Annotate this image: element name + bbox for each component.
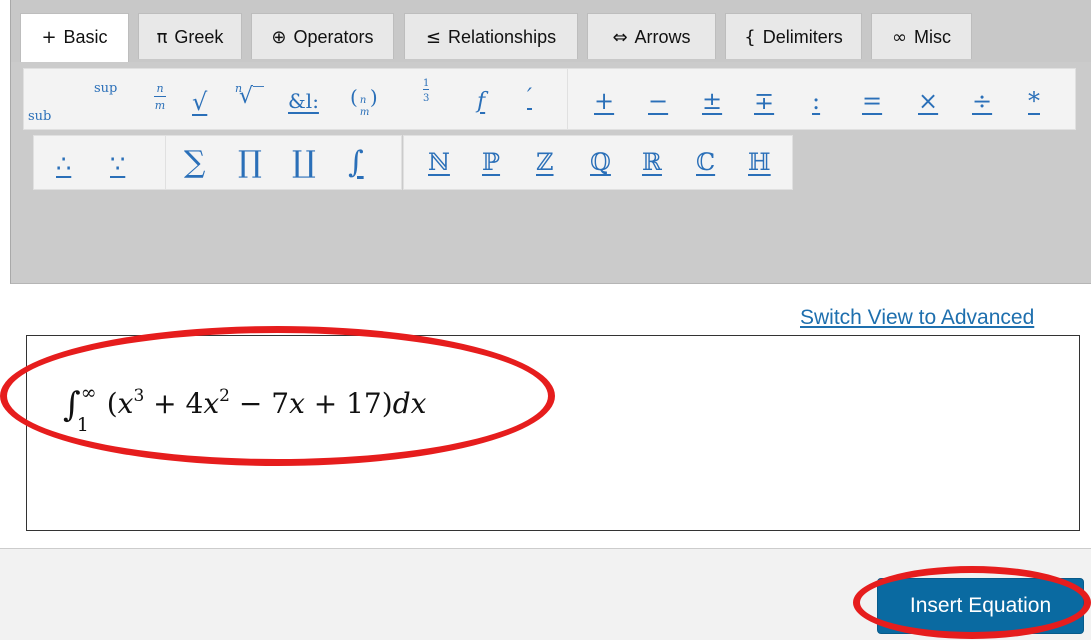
tab-misc[interactable]: ∞ Misc [871, 13, 972, 59]
fraction-button[interactable]: n [154, 83, 166, 97]
exponent: 3 [133, 386, 145, 406]
tab-operators[interactable]: ⊕ Operators [251, 13, 394, 59]
differential: d [392, 387, 411, 420]
tab-delimiters[interactable]: { Delimiters [725, 13, 862, 59]
symbol-panel: sup sub n m √ n √‾ &l: (n m) 1 3 f ′ + − … [10, 62, 1091, 284]
quaternions-button[interactable]: ℍ [748, 150, 771, 174]
sum-button[interactable]: ∑ [184, 148, 205, 178]
upper-limit: ∞ [80, 382, 97, 404]
integral-button[interactable]: ∫ [348, 148, 364, 178]
tab-label: Arrows [634, 27, 691, 47]
primes-button[interactable]: ℙ [482, 150, 500, 174]
tab-relationships[interactable]: ≤ Relationships [404, 13, 578, 59]
double-arrow-icon: ⇔ [612, 27, 628, 48]
logic-group: ∴ ∵ [33, 135, 167, 190]
variable: x [289, 387, 305, 420]
tab-label: Relationships [448, 27, 557, 47]
plus-minus-button[interactable]: ± [702, 89, 722, 113]
fraction-denominator: m [154, 99, 166, 112]
inline-fraction-top: 1 [423, 78, 430, 89]
minus-plus-button[interactable]: ∓ [754, 89, 774, 113]
coproduct-button[interactable]: ∐ [292, 148, 316, 178]
divide-button[interactable]: ÷ [972, 89, 992, 113]
tab-label: Basic [63, 27, 108, 47]
term: − 7 [229, 387, 290, 420]
integers-button[interactable]: ℤ [536, 150, 554, 174]
brace-icon: { [744, 27, 756, 48]
fraction-numerator: n [156, 82, 164, 95]
tab-bar: + Basic π Greek ⊕ Operators ≤ Relationsh… [0, 0, 1091, 62]
reals-button[interactable]: ℝ [642, 150, 662, 174]
complex-button[interactable]: ℂ [696, 150, 715, 174]
tab-basic[interactable]: + Basic [20, 13, 129, 62]
big-operators-group: ∑ ∏ ∐ ∫ [165, 135, 402, 190]
sqrt-button[interactable]: √ [192, 90, 207, 114]
equation-editor[interactable]: ∫ ∞ 1 (x3 + 4x2 − 7x + 17)dx [26, 335, 1080, 531]
tab-greek[interactable]: π Greek [138, 13, 242, 59]
asterisk-button[interactable]: * [1028, 89, 1040, 113]
rationals-button[interactable]: ℚ [590, 150, 611, 174]
term: + 4 [144, 387, 204, 420]
integral-limits: ∞ 1 [77, 382, 107, 436]
minus-button[interactable]: − [648, 89, 668, 113]
exponent: 2 [219, 386, 230, 406]
open-paren: ( [106, 387, 118, 420]
tab-arrows[interactable]: ⇔ Arrows [587, 13, 716, 59]
nth-root-button[interactable]: √‾ [239, 86, 264, 108]
equation-display: ∫ ∞ 1 (x3 + 4x2 − 7x + 17)dx [63, 382, 427, 436]
structure-group: sup sub n m √ n √‾ &l: (n m) 1 3 f ′ [23, 68, 571, 130]
because-button[interactable]: ∵ [110, 152, 125, 176]
infinity-icon: ∞ [892, 27, 907, 48]
inline-fraction-bottom: 3 [423, 93, 430, 104]
less-equal-icon: ≤ [425, 27, 442, 48]
therefore-button[interactable]: ∴ [56, 152, 71, 176]
ampersand-button[interactable]: &l: [288, 91, 319, 111]
product-button[interactable]: ∏ [238, 148, 262, 178]
plus-button[interactable]: + [594, 89, 614, 113]
prime-button[interactable]: ′ [527, 87, 532, 109]
subscript-button[interactable]: sub [28, 110, 51, 123]
equals-button[interactable]: = [862, 89, 882, 113]
function-button[interactable]: f [477, 91, 485, 113]
plus-icon: + [41, 27, 57, 48]
operators-group: + − ± ∓ : = × ÷ * [567, 68, 1076, 130]
tab-label: Greek [174, 27, 224, 47]
number-sets-group: ℕ ℙ ℤ ℚ ℝ ℂ ℍ [403, 135, 793, 190]
binomial-bottom: m [359, 107, 370, 118]
variable: x [203, 387, 220, 420]
inline-fraction-button[interactable]: 1 [423, 78, 430, 90]
variable: x [117, 387, 134, 420]
term: + 17) [304, 387, 393, 420]
insert-equation-button[interactable]: Insert Equation [877, 578, 1084, 634]
binomial-top: n [359, 95, 367, 106]
colon-button[interactable]: : [812, 89, 820, 113]
pi-icon: π [156, 27, 168, 48]
circled-plus-icon: ⊕ [271, 27, 287, 48]
superscript-button[interactable]: sup [94, 82, 117, 95]
times-button[interactable]: × [918, 89, 938, 113]
tab-label: Operators [293, 27, 374, 47]
tab-label: Misc [914, 27, 951, 47]
lower-limit: 1 [76, 414, 89, 436]
binomial-button[interactable]: (n m) [350, 87, 378, 118]
switch-view-link[interactable]: Switch View to Advanced [800, 306, 1034, 330]
variable: x [410, 387, 427, 420]
naturals-button[interactable]: ℕ [428, 150, 450, 174]
tab-label: Delimiters [762, 27, 843, 47]
